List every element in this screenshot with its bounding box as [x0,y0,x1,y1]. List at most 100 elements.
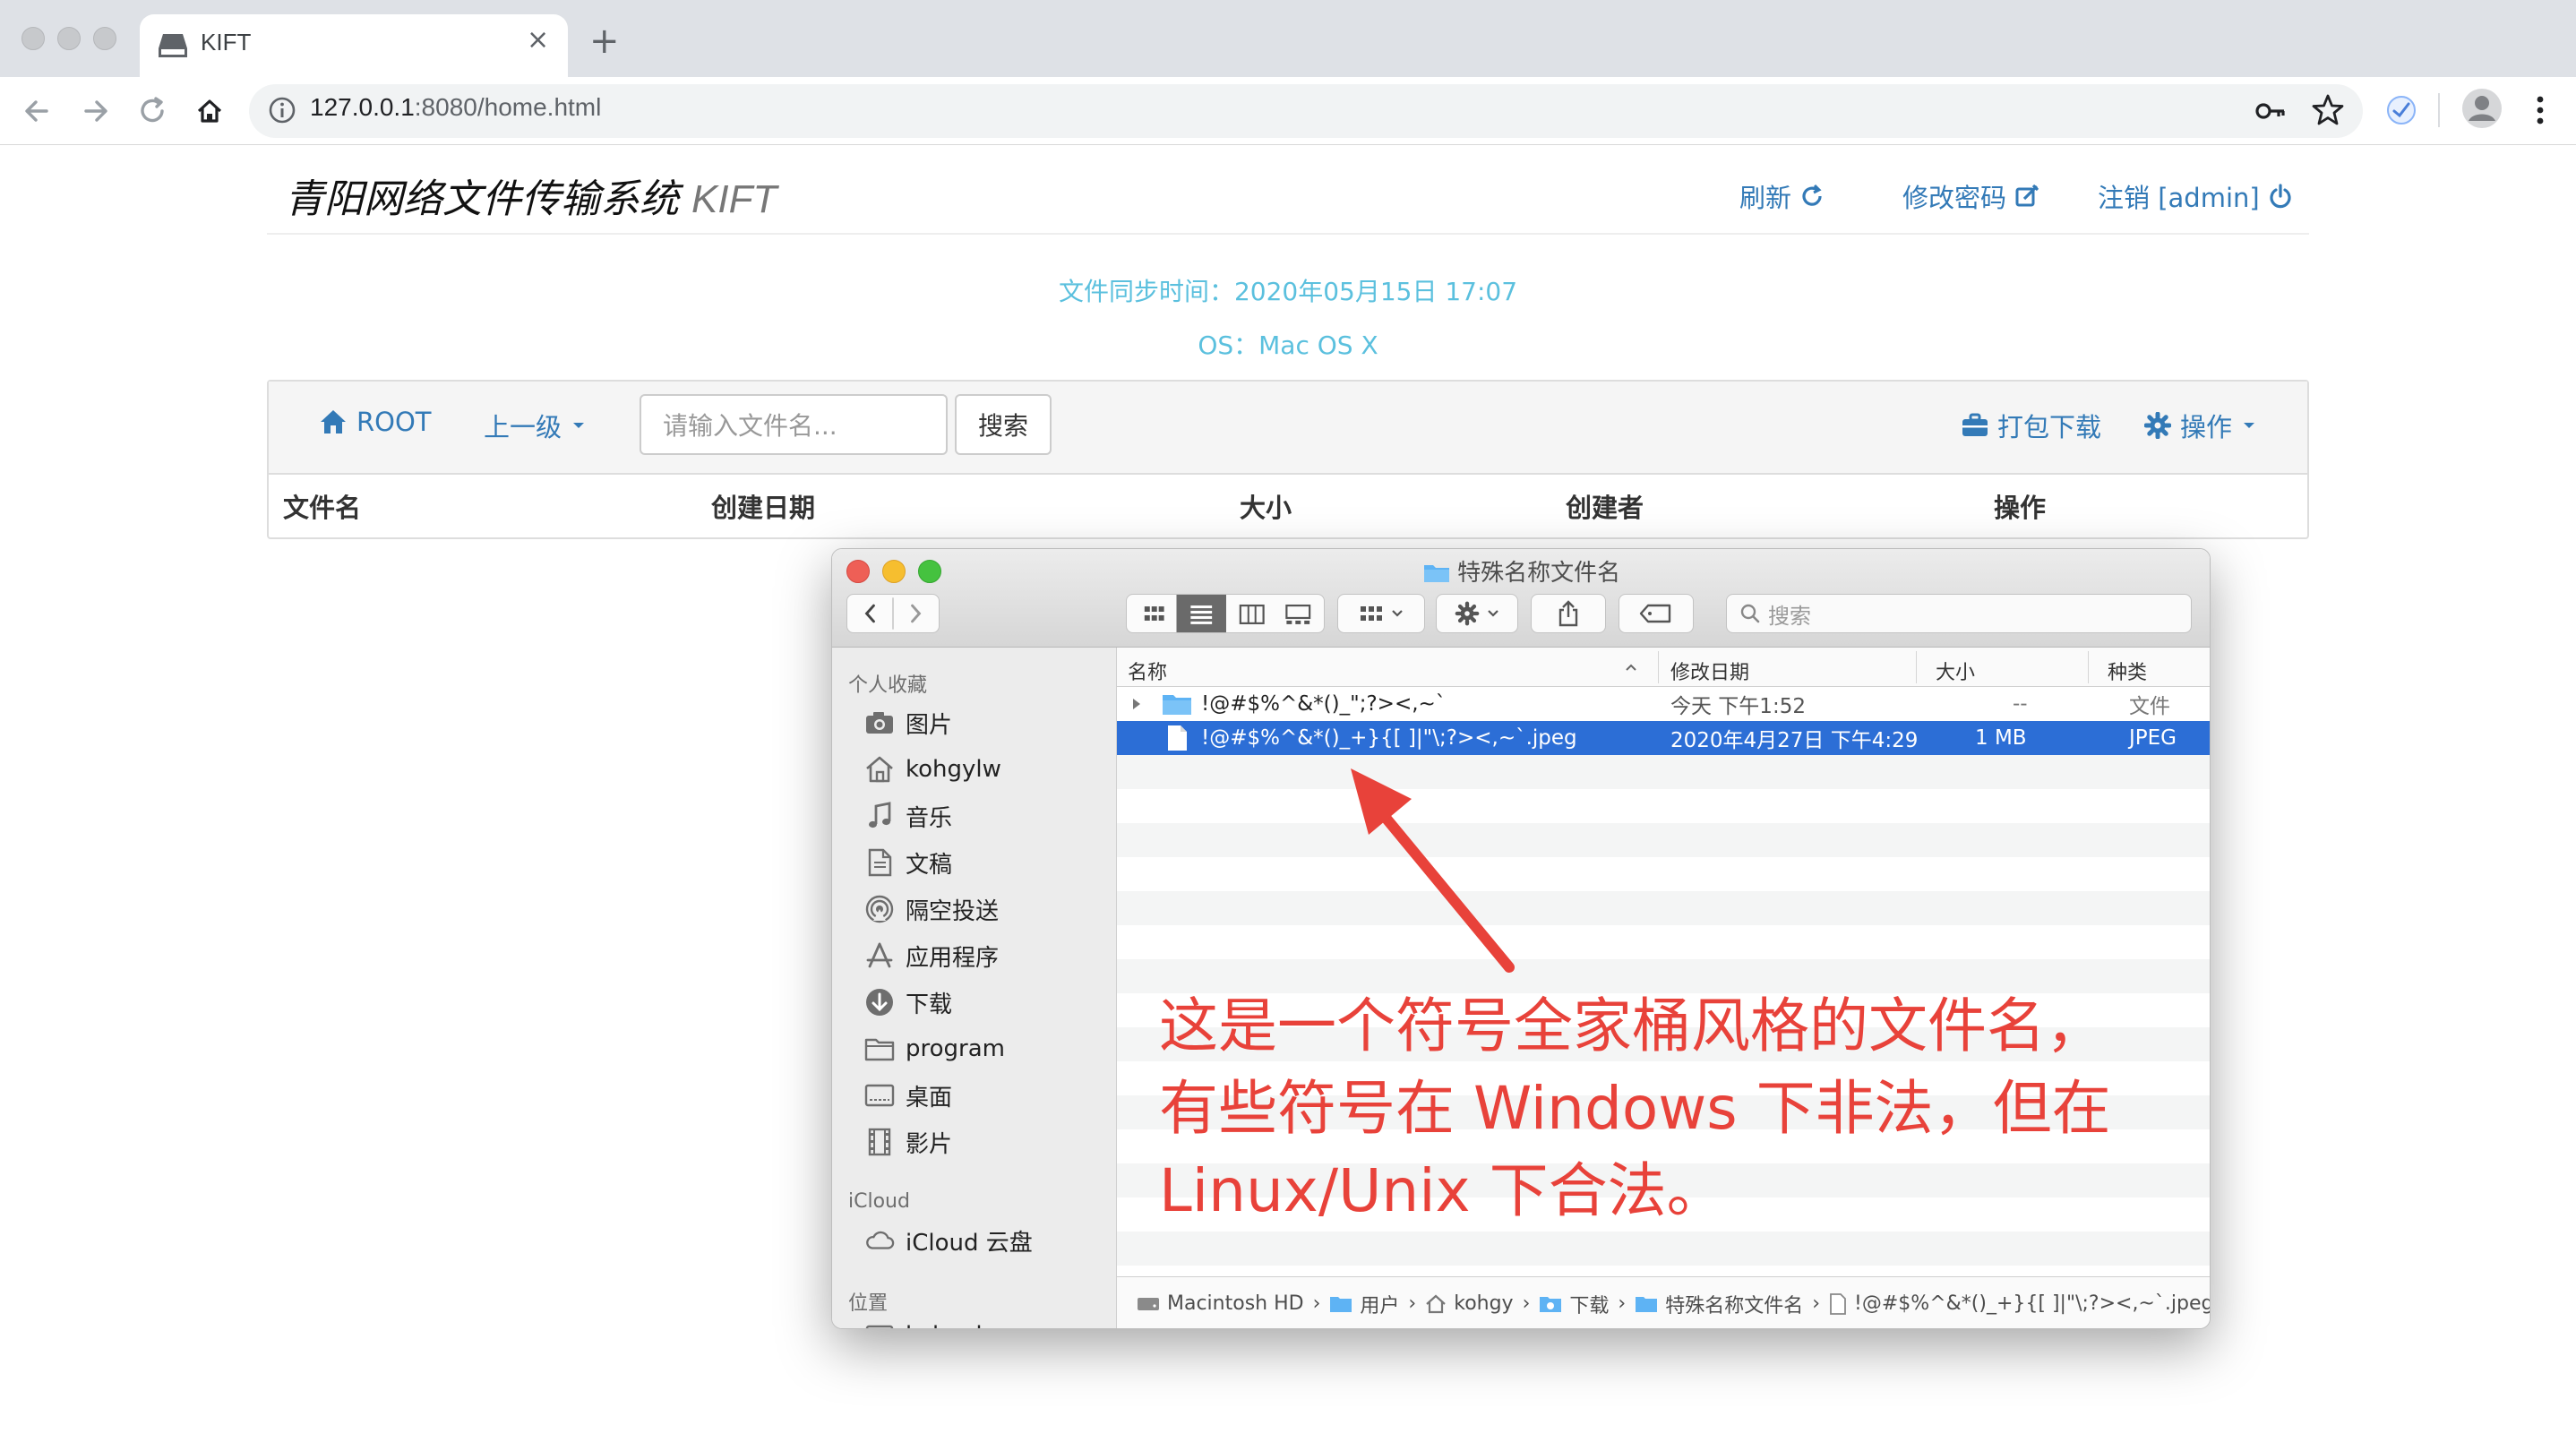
parent-dropdown[interactable]: 上一级 [484,407,587,444]
sidebar-item-downloads[interactable]: 下载 [864,984,952,1020]
path-crumb-home[interactable]: kohgy [1425,1292,1514,1315]
bookmark-star-icon[interactable] [2309,91,2347,129]
finder-search-input[interactable]: 搜索 [1726,594,2192,633]
logout-link[interactable]: 注销 [admin] [2098,177,2294,215]
pack-download-label: 打包下载 [1997,412,2102,442]
search-icon [1740,604,1760,623]
view-mode-group [1126,594,1325,633]
file-row-jpeg-selected[interactable]: !@#$%^&*()_+}{[ ]|"\;?><,~`.jpeg 2020年4月… [1117,721,2210,755]
root-link[interactable]: ROOT [319,407,432,437]
path-crumb-label: 特殊名称文件名 [1665,1294,1804,1318]
gear-icon [2144,412,2171,439]
tab-title: KIFT [201,29,252,56]
back-forward-group [846,594,940,633]
path-crumb-users[interactable]: 用户 [1329,1290,1399,1318]
sidebar-item-airdrop[interactable]: 隔空投送 [864,891,999,927]
favorites-section-title: 个人收藏 [848,674,928,697]
root-label: ROOT [356,407,432,437]
sidebar-item-location-kohgylw[interactable]: kohgylw [864,1318,1001,1328]
path-crumb-disk[interactable]: Macintosh HD [1137,1292,1304,1315]
parent-label: 上一级 [484,412,562,442]
tab-close-icon[interactable]: × [527,27,549,54]
sidebar-item-music[interactable]: 音乐 [864,798,952,834]
url-text[interactable]: 127.0.0.1:8080/home.html [310,93,601,122]
view-mode-icons[interactable] [1127,594,1324,633]
group-by-button[interactable] [1337,594,1425,633]
key-icon[interactable] [2252,93,2288,129]
change-password-link[interactable]: 修改密码 [1902,177,2040,215]
finder-title: 特殊名称文件名 [1457,560,1621,587]
icloud-section-title: iCloud [848,1190,910,1213]
power-icon [2270,184,2291,209]
window-zoom-button[interactable] [93,27,116,50]
sidebar-item-documents[interactable]: 文稿 [864,845,952,880]
sidebar-item-icloud-drive[interactable]: iCloud 云盘 [864,1223,1033,1258]
file-row-folder[interactable]: !@#$%^&*()_";?><,~` 今天 下午1:52 -- 文件 [1117,687,2210,721]
annotation-arrow-icon [1351,768,1515,973]
column-size[interactable]: 大小 [1936,657,1975,685]
path-crumb-label: 下载 [1569,1294,1610,1318]
finder-column-header: 名称 修改日期 大小 种类 [1117,648,2210,687]
path-crumb-label: kohgy [1454,1292,1514,1315]
window-close-button[interactable] [21,27,45,50]
filename-search-input[interactable]: 请输入文件名... [640,394,948,455]
tag-button[interactable] [1619,594,1694,633]
finder-title-wrap: 特殊名称文件名 [832,554,2210,588]
column-creator[interactable]: 创建者 [1566,487,1644,525]
back-arrow-icon[interactable] [16,90,59,133]
sidebar-item-desktop[interactable]: 桌面 [864,1077,952,1113]
disclosure-triangle-icon[interactable] [1129,697,1144,711]
menu-kebab-icon[interactable] [2524,91,2556,129]
path-crumb-file[interactable]: !@#$%^&*()_+}{[ ]|"\;?><,~`.jpeg [1829,1292,2210,1315]
hard-disk-icon [1138,1297,1159,1310]
back-forward-icon[interactable] [847,594,939,633]
sidebar-item-applications[interactable]: 应用程序 [864,938,999,974]
window-minimize-button[interactable] [57,27,81,50]
operations-dropdown[interactable]: 操作 [2144,407,2257,444]
apps-icon [866,942,893,968]
column-created-date[interactable]: 创建日期 [711,487,815,525]
column-kind[interactable]: 种类 [2108,657,2147,685]
sidebar-item-home[interactable]: kohgylw [864,751,1001,787]
share-button[interactable] [1531,594,1606,633]
profile-avatar-icon[interactable] [2461,88,2503,129]
sidebar-item-label: 影片 [906,1130,953,1158]
sidebar-item-label: kohgylw [906,1322,1001,1328]
path-crumb-downloads[interactable]: 下载 [1539,1290,1609,1318]
column-filename[interactable]: 文件名 [283,487,361,525]
home-icon[interactable] [188,90,231,133]
url-path: :8080/home.html [414,93,602,121]
forward-arrow-icon[interactable] [73,90,116,133]
folder-icon [864,1038,895,1061]
column-modified[interactable]: 修改日期 [1670,657,1749,685]
sidebar-item-label: 音乐 [906,804,953,832]
column-size[interactable]: 大小 [1240,487,1292,525]
sidebar-item-label: kohgylw [906,756,1001,783]
sidebar-item-program[interactable]: program [864,1031,1005,1067]
path-separator: › [1812,1292,1821,1315]
refresh-link[interactable]: 刷新 [1739,177,1825,215]
path-separator: › [1618,1292,1627,1315]
home-icon [866,756,893,783]
column-name[interactable]: 名称 [1128,657,1167,685]
path-crumb-folder[interactable]: 特殊名称文件名 [1635,1290,1803,1318]
pack-download-button[interactable]: 打包下载 [1962,407,2101,444]
search-button[interactable]: 搜索 [955,394,1052,455]
folder-icon [1423,565,1449,582]
sidebar-item-pictures[interactable]: 图片 [864,705,952,741]
action-menu-button[interactable] [1436,594,1518,633]
refresh-label: 刷新 [1739,183,1792,213]
new-tab-icon[interactable]: + [589,23,620,59]
sidebar-item-label: 桌面 [906,1084,953,1112]
column-actions: 操作 [1994,493,2047,523]
file-size: -- [2013,692,2028,716]
download-folder-icon [1540,1296,1562,1312]
site-info-icon[interactable] [267,95,297,125]
toolbar-divider [2438,93,2440,127]
operations-label: 操作 [2180,412,2233,442]
extension-icon[interactable] [2384,93,2418,127]
desktop-icon [864,1084,895,1107]
reload-icon[interactable] [131,90,174,133]
path-separator: › [1312,1292,1321,1315]
sidebar-item-movies[interactable]: 影片 [864,1124,952,1160]
